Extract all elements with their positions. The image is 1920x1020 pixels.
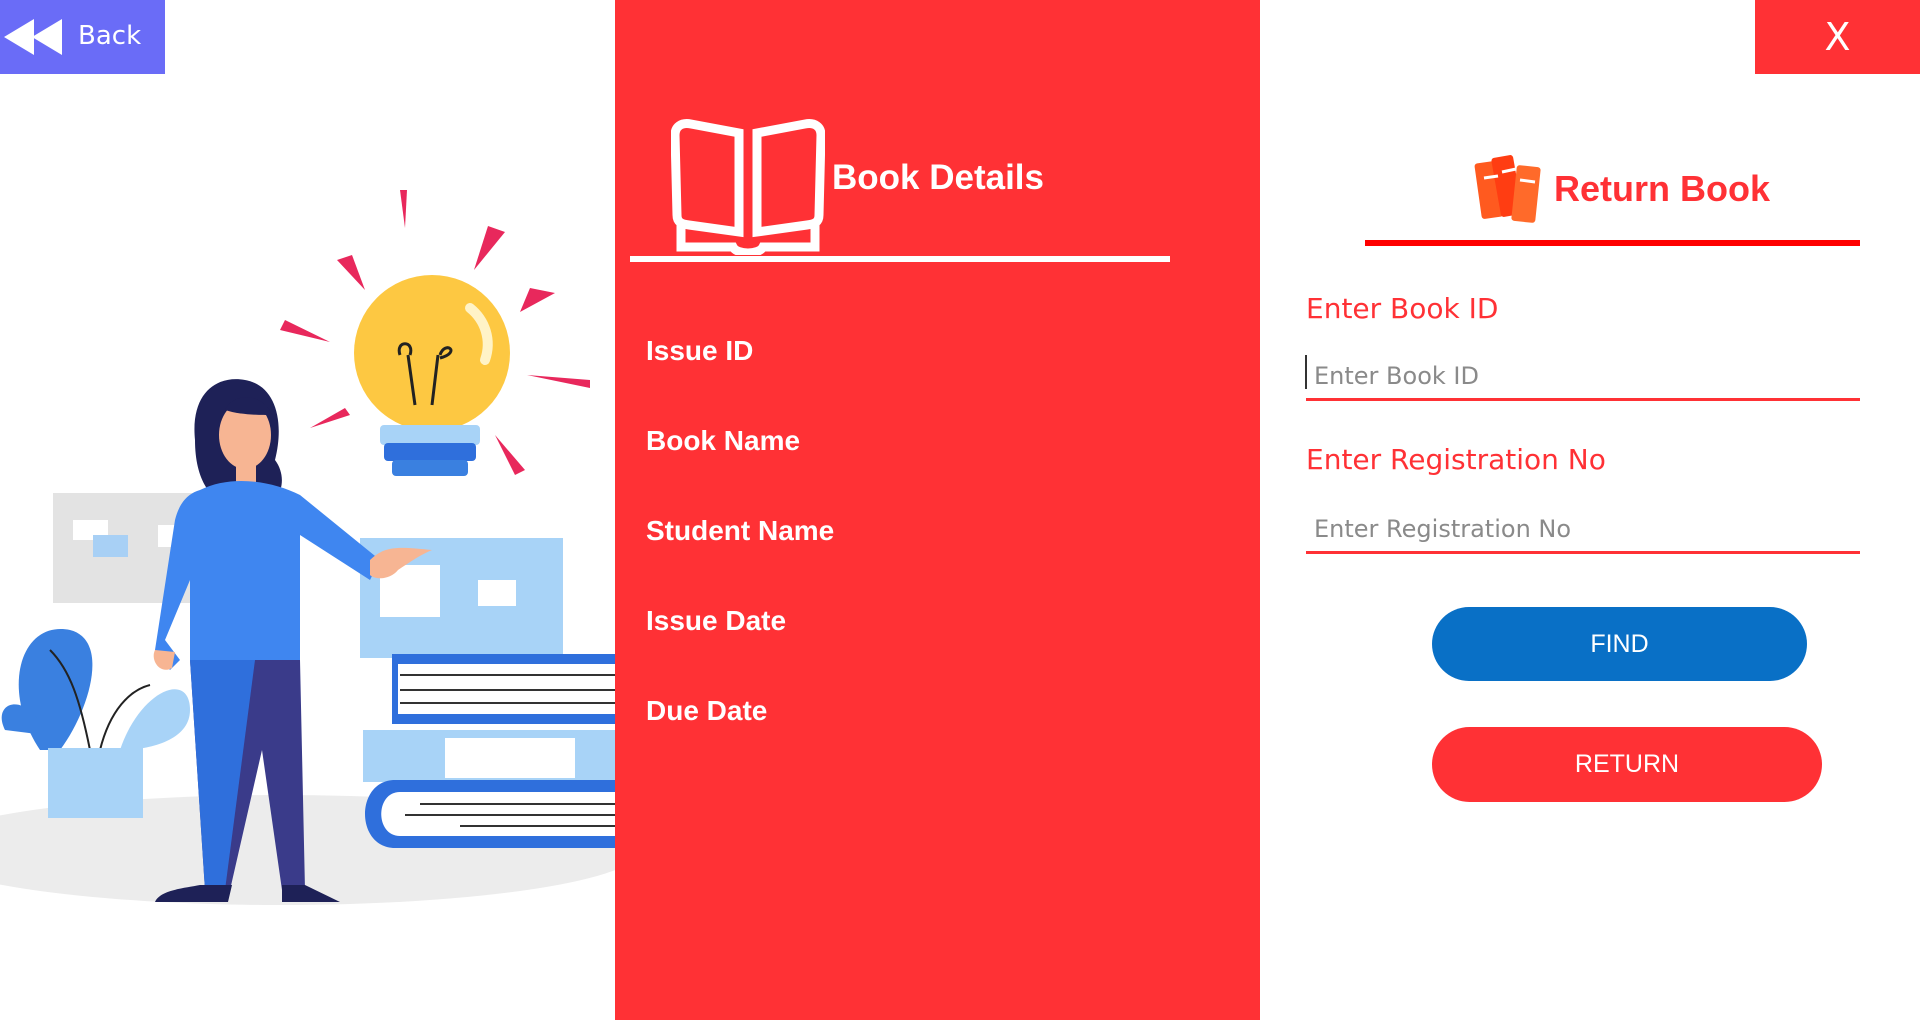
return-label: RETURN <box>1574 750 1680 778</box>
find-label: FIND <box>1590 629 1649 658</box>
back-arrow-icon <box>4 19 62 55</box>
find-button[interactable]: FIND <box>1432 607 1807 681</box>
details-title: Book Details <box>832 158 1044 197</box>
close-icon: X <box>1824 15 1851 59</box>
close-button[interactable]: X <box>1755 0 1920 74</box>
book-details-panel: Book Details Issue ID Book Name Student … <box>615 0 1260 1020</box>
book-name-label: Book Name <box>646 425 801 456</box>
details-divider <box>630 256 1170 262</box>
registration-no-label: Enter Registration No <box>1306 443 1606 476</box>
return-book-title: Return Book <box>1554 168 1770 209</box>
text-caret <box>1305 355 1307 389</box>
student-name-label: Student Name <box>646 515 835 546</box>
books-icon <box>1474 155 1541 223</box>
open-book-icon <box>671 119 825 255</box>
book-id-input[interactable] <box>1306 353 1860 401</box>
back-label: Back <box>78 21 142 51</box>
registration-no-input[interactable] <box>1306 506 1860 554</box>
issue-id-label: Issue ID <box>646 335 754 366</box>
book-id-label: Enter Book ID <box>1306 292 1499 325</box>
library-illustration <box>0 190 615 905</box>
back-button[interactable]: Back <box>0 0 165 74</box>
issue-date-label: Issue Date <box>646 605 787 636</box>
return-divider <box>1365 240 1860 246</box>
return-button[interactable]: RETURN <box>1432 727 1822 802</box>
due-date-label: Due Date <box>646 695 768 726</box>
